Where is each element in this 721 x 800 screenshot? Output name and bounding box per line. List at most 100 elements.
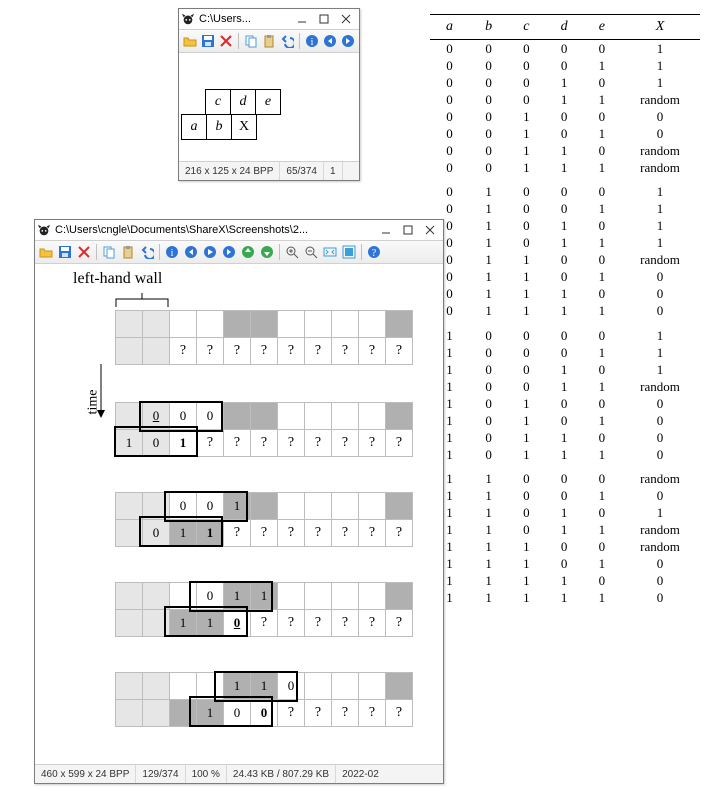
truth-row: 00110random: [430, 142, 700, 159]
open-folder-icon[interactable]: [38, 244, 54, 260]
truth-row: 110101: [430, 505, 700, 522]
cell-d: d: [230, 89, 256, 115]
truth-row: 100011: [430, 344, 700, 361]
truth-row: 11011random: [430, 522, 700, 539]
info-icon[interactable]: i: [164, 244, 180, 260]
undo-icon[interactable]: [280, 33, 295, 49]
statusbar: 460 x 599 x 24 BPP 129/374 100 % 24.43 K…: [35, 764, 443, 783]
copy-icon[interactable]: [101, 244, 117, 260]
truth-header-a: a: [430, 15, 469, 40]
truth-header-c: c: [508, 15, 544, 40]
truth-row: 000011: [430, 57, 700, 74]
cell-b: b: [206, 114, 232, 140]
down-icon[interactable]: [259, 244, 275, 260]
maximize-button[interactable]: [397, 221, 419, 239]
truth-row: 101110: [430, 446, 700, 463]
truth-header-e: e: [584, 15, 620, 40]
wall-bracket: [115, 292, 169, 308]
truth-row: 001010: [430, 125, 700, 142]
heading-left-hand-wall: left-hand wall: [73, 270, 162, 288]
rule-truth-table: abcdeX 00000100001100010100011random0010…: [430, 14, 700, 607]
truth-header-b: b: [469, 15, 508, 40]
status-dimensions: 216 x 125 x 24 BPP: [179, 162, 280, 180]
truth-row: 011100: [430, 286, 700, 303]
step4-grid: 110 100?????: [115, 672, 413, 727]
info-icon[interactable]: i: [304, 33, 319, 49]
window-title: C:\Users\cngle\Documents\ShareX\Screensh…: [55, 224, 371, 236]
truth-row: 100001: [430, 320, 700, 345]
save-icon[interactable]: [57, 244, 73, 260]
status-size: 24.43 KB / 807.29 KB: [227, 765, 336, 783]
app-icon: [181, 12, 195, 26]
truth-row: 011110: [430, 303, 700, 320]
paste-icon[interactable]: [261, 33, 276, 49]
next-icon[interactable]: [341, 33, 356, 49]
minimize-button[interactable]: [375, 221, 397, 239]
status-dimensions: 460 x 599 x 24 BPP: [35, 765, 136, 783]
truth-row: 010001: [430, 176, 700, 201]
step2-grid: 001 0 11???????: [115, 492, 413, 547]
paste-icon[interactable]: [120, 244, 136, 260]
maximize-button[interactable]: [313, 10, 335, 28]
play-icon[interactable]: [202, 244, 218, 260]
titlebar[interactable]: C:\Users\cngle\Documents\ShareX\Screensh…: [35, 220, 443, 241]
truth-row: 010111: [430, 235, 700, 252]
svg-text:?: ?: [372, 248, 377, 259]
truth-row: 111110: [430, 590, 700, 607]
truth-row: 100101: [430, 361, 700, 378]
up-icon[interactable]: [240, 244, 256, 260]
zoom-in-icon[interactable]: [284, 244, 300, 260]
image-viewer-large-window: C:\Users\cngle\Documents\ShareX\Screensh…: [34, 219, 444, 784]
svg-text:i: i: [171, 248, 174, 259]
truth-row: 00111random: [430, 159, 700, 176]
status-zoom: 100 %: [186, 765, 227, 783]
cell-e: e: [255, 89, 281, 115]
prev-icon[interactable]: [183, 244, 199, 260]
copy-icon[interactable]: [243, 33, 258, 49]
delete-icon[interactable]: [219, 33, 234, 49]
truth-row: 111100: [430, 573, 700, 590]
cell-a: a: [181, 114, 207, 140]
prev-icon[interactable]: [322, 33, 337, 49]
truth-row: 010011: [430, 201, 700, 218]
truth-row: 11100random: [430, 539, 700, 556]
fullscreen-icon[interactable]: [341, 244, 357, 260]
truth-row: 01100random: [430, 252, 700, 269]
app-icon: [37, 223, 51, 237]
statusbar: 216 x 125 x 24 BPP 65/374 1: [179, 161, 359, 180]
truth-row: 101100: [430, 429, 700, 446]
truth-row: 110010: [430, 488, 700, 505]
toolbar: i: [179, 30, 359, 53]
zoom-out-icon[interactable]: [303, 244, 319, 260]
image-canvas: left-hand wall time ????????? 000 10: [35, 264, 443, 764]
fit-icon[interactable]: [322, 244, 338, 260]
truth-row: 101000: [430, 395, 700, 412]
minimize-button[interactable]: [291, 10, 313, 28]
cell-X: X: [231, 114, 257, 140]
open-folder-icon[interactable]: [182, 33, 197, 49]
svg-text:i: i: [310, 37, 313, 48]
truth-row: 11000random: [430, 463, 700, 488]
truth-row: 000101: [430, 74, 700, 91]
titlebar[interactable]: C:\Users...: [179, 9, 359, 30]
truth-row: 101010: [430, 412, 700, 429]
step1-grid: 000 10 1????????: [115, 402, 413, 457]
image-canvas: c d e a b X: [179, 53, 359, 161]
cell-c: c: [205, 89, 231, 115]
truth-row: 00011random: [430, 91, 700, 108]
truth-row: 000001: [430, 40, 700, 58]
step3-grid: 011 110??????: [115, 582, 413, 637]
delete-icon[interactable]: [76, 244, 92, 260]
status-index: 129/374: [136, 765, 185, 783]
truth-header-X: X: [620, 15, 700, 40]
truth-row: 001000: [430, 108, 700, 125]
status-date: 2022-02: [336, 765, 385, 783]
truth-row: 011010: [430, 269, 700, 286]
window-title: C:\Users...: [199, 13, 287, 25]
next-icon[interactable]: [221, 244, 237, 260]
undo-icon[interactable]: [139, 244, 155, 260]
help-icon[interactable]: ?: [366, 244, 382, 260]
save-icon[interactable]: [200, 33, 215, 49]
truth-row: 010101: [430, 218, 700, 235]
close-button[interactable]: [335, 10, 357, 28]
